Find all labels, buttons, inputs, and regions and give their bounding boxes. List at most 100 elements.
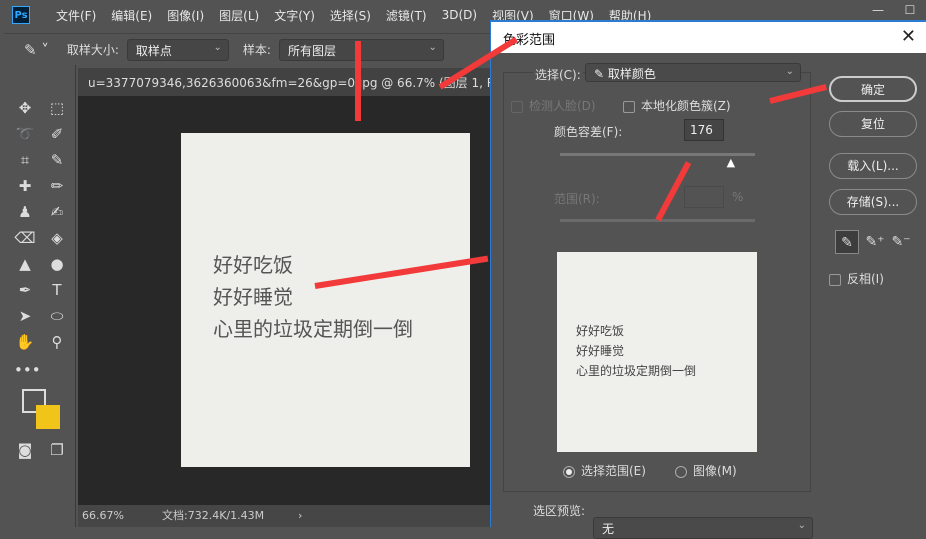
document-image: 好好吃饭 好好睡觉 心里的垃圾定期倒一倒 <box>181 133 470 467</box>
pen-tool-icon[interactable]: ✒ <box>14 279 36 301</box>
range-input[interactable] <box>684 186 724 208</box>
image-text-line: 心里的垃圾定期倒一倒 <box>213 317 413 341</box>
move-tool-icon[interactable]: ✥ <box>14 97 36 119</box>
eyedropper-tool-icon[interactable]: ✎ ˅ <box>24 41 49 59</box>
photoshop-logo: Ps <box>12 6 30 24</box>
image-text-line: 好好睡觉 <box>213 285 293 309</box>
localized-clusters-label: 本地化颜色簇(Z) <box>641 99 731 113</box>
quick-select-tool-icon[interactable]: ✐ <box>46 123 68 145</box>
eraser-tool-icon[interactable]: ⌫ <box>14 227 36 249</box>
dodge-tool-icon[interactable]: ● <box>46 253 68 275</box>
radio-button <box>563 465 575 478</box>
localized-clusters-checkbox[interactable]: 本地化颜色簇(Z) <box>623 97 731 114</box>
menu-file[interactable]: 文件(F) <box>56 7 96 24</box>
selection-preview-select[interactable]: 无 ⌄ <box>593 517 813 539</box>
radio-button <box>675 465 687 478</box>
quick-mask-icon[interactable]: ◙ <box>14 439 36 461</box>
zoom-tool-icon[interactable]: ⚲ <box>46 331 68 353</box>
sample-value: 所有图层 <box>287 43 336 58</box>
reset-button[interactable]: 复位 <box>829 111 917 137</box>
ok-button[interactable]: 确定 <box>829 76 917 102</box>
status-bar: 66.67% 文档:732.4K/1.43M › <box>78 505 490 527</box>
menu-select[interactable]: 选择(S) <box>330 7 371 24</box>
eyedropper-icon[interactable]: ✎ <box>835 230 859 254</box>
lasso-tool-icon[interactable]: ➰ <box>14 123 36 145</box>
type-tool-icon[interactable]: T <box>46 279 68 301</box>
eyedropper-icon: ✎ <box>594 67 608 81</box>
preview-text-line: 好好吃饭 <box>576 324 625 338</box>
detect-faces-label: 检测人脸(D) <box>529 99 596 113</box>
range-label: 范围(R): <box>554 192 600 206</box>
path-select-tool-icon[interactable]: ➤ <box>14 305 36 327</box>
color-range-dialog: 色彩范围 ✕ 选择(C): ✎ 取样颜色 ⌄ 检测人脸(D) 本地化颜色簇(Z) … <box>490 20 926 539</box>
hand-tool-icon[interactable]: ✋ <box>14 331 36 353</box>
more-tools-icon[interactable]: ••• <box>14 359 41 381</box>
sample-select[interactable]: 所有图层 ⌄ <box>278 38 444 61</box>
menu-layer[interactable]: 图层(L) <box>219 7 259 24</box>
status-menu-arrow[interactable]: › <box>298 505 302 527</box>
sample-size-value: 取样点 <box>135 43 172 58</box>
background-color-swatch[interactable] <box>36 405 60 429</box>
history-brush-tool-icon[interactable]: ✍ <box>46 201 68 223</box>
selection-preview-label: 选区预览: <box>533 504 586 518</box>
blur-tool-icon[interactable]: ▲ <box>14 253 36 275</box>
save-button[interactable]: 存储(S)... <box>829 189 917 215</box>
window-controls: — ☐ <box>862 0 926 20</box>
radio-selection[interactable]: 选择范围(E) <box>563 462 646 479</box>
select-value: 取样颜色 <box>607 67 656 81</box>
brush-tool-icon[interactable]: ✏ <box>46 175 68 197</box>
fuzziness-input[interactable]: 176 <box>684 119 724 141</box>
fuzziness-slider-thumb[interactable]: ▲ <box>727 156 735 169</box>
sample-size-select[interactable]: 取样点 ⌄ <box>126 38 229 61</box>
menu-type[interactable]: 文字(Y) <box>274 7 315 24</box>
annotation-arrow <box>355 41 361 121</box>
ellipse-tool-icon[interactable]: ⬭ <box>46 305 68 327</box>
dialog-title: 色彩范围 <box>491 22 926 53</box>
eyedropper-tool-icon[interactable]: ✎ <box>46 149 68 171</box>
image-text-line: 好好吃饭 <box>213 253 293 277</box>
radio-image-label: 图像(M) <box>693 464 737 478</box>
select-dropdown[interactable]: ✎ 取样颜色 ⌄ <box>585 63 801 82</box>
select-label: 选择(C): <box>533 66 583 83</box>
selection-preview-value: 无 <box>602 522 615 536</box>
menu-edit[interactable]: 编辑(E) <box>111 7 152 24</box>
detect-faces-checkbox[interactable]: 检测人脸(D) <box>511 97 596 114</box>
fuzziness-label: 颜色容差(F): <box>554 125 623 139</box>
document-tab[interactable]: u=3377079346,3626360063&fm=26&gp=0.jpg @… <box>78 68 498 96</box>
eyedropper-plus-icon[interactable]: ✎⁺ <box>863 230 887 254</box>
sample-size-label: 取样大小: <box>66 43 119 57</box>
document-size: 文档:732.4K/1.43M <box>162 509 265 522</box>
preview-text-line: 心里的垃圾定期倒一倒 <box>576 364 697 378</box>
radio-selection-label: 选择范围(E) <box>581 464 646 478</box>
radio-image[interactable]: 图像(M) <box>675 462 737 479</box>
preview-image[interactable]: 好好吃饭 好好睡觉 心里的垃圾定期倒一倒 <box>557 252 757 452</box>
checkbox-box <box>511 100 523 113</box>
sample-label: 样本: <box>242 43 271 57</box>
screen-mode-icon[interactable]: ❐ <box>46 439 68 461</box>
marquee-tool-icon[interactable]: ⬚ <box>46 97 68 119</box>
tool-panel: ✥ ⬚ ➰ ✐ ⌗ ✎ ✚ ✏ ♟ ✍ ⌫ ◈ ▲ ● ✒ T ➤ ⬭ ✋ ⚲ … <box>4 65 76 527</box>
healing-brush-tool-icon[interactable]: ✚ <box>14 175 36 197</box>
range-unit: % <box>732 190 744 204</box>
close-icon[interactable]: ✕ <box>901 26 916 47</box>
checkbox-box <box>623 100 635 113</box>
paint-bucket-tool-icon[interactable]: ◈ <box>46 227 68 249</box>
stamp-tool-icon[interactable]: ♟ <box>14 201 36 223</box>
menu-image[interactable]: 图像(I) <box>167 7 204 24</box>
chevron-down-icon: ⌄ <box>797 520 806 531</box>
invert-label: 反相(I) <box>847 272 884 286</box>
menu-3d[interactable]: 3D(D) <box>442 8 477 22</box>
zoom-level[interactable]: 66.67% <box>82 505 124 527</box>
maximize-button[interactable]: ☐ <box>894 0 926 20</box>
chevron-down-icon: ⌄ <box>213 41 222 53</box>
eyedropper-minus-icon[interactable]: ✎⁻ <box>889 230 913 254</box>
minimize-button[interactable]: — <box>862 0 894 20</box>
preview-text-line: 好好睡觉 <box>576 344 625 358</box>
chevron-down-icon: ⌄ <box>785 66 794 77</box>
menu-filter[interactable]: 滤镜(T) <box>386 7 427 24</box>
crop-tool-icon[interactable]: ⌗ <box>14 149 36 171</box>
load-button[interactable]: 载入(L)... <box>829 153 917 179</box>
invert-checkbox[interactable]: 反相(I) <box>829 270 884 287</box>
chevron-down-icon: ⌄ <box>428 41 437 53</box>
checkbox-box <box>829 273 841 286</box>
